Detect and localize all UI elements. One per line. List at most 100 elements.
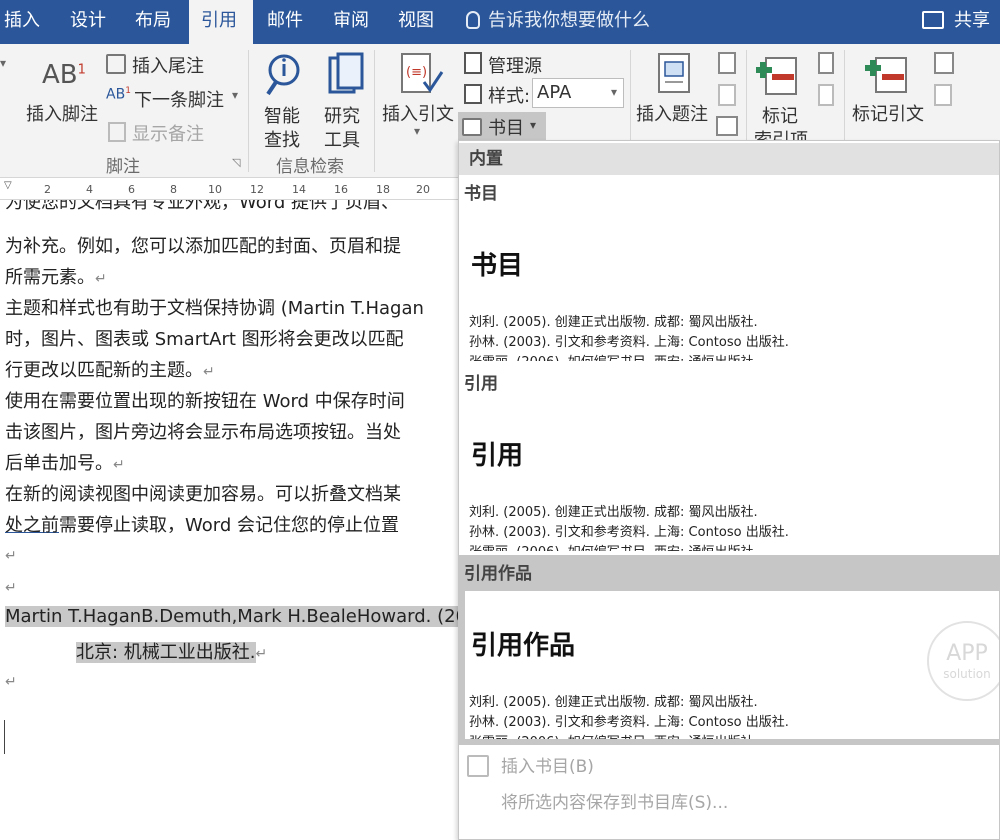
paragraph-mark: ↵ [5, 580, 17, 596]
next-footnote-label: 下一条脚注 [134, 90, 224, 111]
books-icon [328, 52, 364, 94]
preview-reference: 刘利. (2005). 创建正式出版物. 成都: 蜀风出版社. [469, 505, 758, 520]
update-toa-icon[interactable] [934, 84, 952, 106]
smart-lookup-button[interactable]: 智能 查找 [258, 50, 310, 151]
tell-me-text: 告诉我你想要做什么 [488, 10, 650, 31]
paragraph-mark: ↵ [5, 674, 17, 690]
indent-marker-icon[interactable]: ▽ [4, 180, 12, 191]
magnifier-icon [266, 54, 300, 96]
chevron-down-icon: ▾ [232, 88, 239, 102]
document-line: 行更改以匹配新的主题。 [5, 360, 203, 381]
chevron-down-icon: ▾ [530, 118, 537, 132]
researcher-button[interactable]: 研究 工具 [318, 50, 370, 151]
document-body[interactable]: 为使您的文档具有专业外观，Word 提供了页眉、 为补充。例如，您可以添加匹配的… [0, 200, 460, 840]
endnote-icon [106, 54, 126, 74]
bibliography-entry: Martin T.HaganB.Demuth,Mark H.BealeHowar… [5, 606, 460, 627]
group-divider [248, 50, 249, 172]
bibliography-gallery: 内置 书目 书目 刘利. (2005). 创建正式出版物. 成都: 蜀风出版社.… [458, 140, 1000, 840]
collapse-left-icon[interactable]: ▾ [0, 56, 6, 70]
preview-reference: 孙林. (2003). 引文和参考资料. 上海: Contoso 出版社. [469, 525, 789, 540]
watermark-logo: APP solution [927, 621, 999, 701]
paragraph-mark: ↵ [113, 457, 125, 473]
insert-caption-button[interactable]: 插入题注 [636, 50, 710, 125]
save-to-gallery-label: 将所选内容保存到书目库(S)... [501, 793, 729, 813]
insert-citation-button[interactable]: (≡) 插入引文 ▾ [382, 50, 456, 146]
insert-bibliography-menu-item[interactable]: 插入书目(B) [459, 747, 999, 787]
document-line: 使用在需要位置出现的新按钮在 Word 中保存时间 [5, 391, 405, 412]
tab-insert[interactable]: 插入 [4, 0, 48, 44]
style-value: APA [537, 82, 572, 103]
horizontal-ruler[interactable]: ▽ 2 4 6 8 10 12 14 16 18 20 [0, 178, 460, 200]
footnote-icon: AB1 [42, 60, 86, 90]
update-table-icon[interactable] [718, 84, 736, 106]
smart-lookup-label-1: 智能 [264, 106, 300, 127]
ruler-tick: 2 [44, 183, 51, 196]
insert-footnote-button[interactable]: AB1 插入脚注 [24, 52, 102, 132]
tab-bar: 插入 设计 布局 引用 邮件 审阅 视图 告诉我你想要做什么 共享 [0, 0, 1000, 44]
share-button[interactable]: 共享 [922, 0, 990, 44]
preview-reference: 张雪丽. (2006). 如何编写书目. 西安: 通恒出版社. [469, 351, 758, 361]
document-line: 为补充。例如，您可以添加匹配的封面、页眉和提 [5, 236, 401, 257]
gallery-item-bibliography[interactable]: 书目 书目 刘利. (2005). 创建正式出版物. 成都: 蜀风出版社. 孙林… [459, 175, 999, 361]
tab-review[interactable]: 审阅 [333, 0, 373, 44]
text-cursor [4, 720, 5, 754]
preview-reference: 张雪丽. (2006). 如何编写书目. 西安: 通恒出版社. [469, 731, 758, 739]
smart-lookup-label-2: 查找 [264, 130, 300, 151]
preview-heading: 书目 [471, 251, 524, 281]
gallery-item-citations[interactable]: 引用 引用 刘利. (2005). 创建正式出版物. 成都: 蜀风出版社. 孙林… [459, 365, 999, 551]
manage-sources-button[interactable]: 管理源 [460, 50, 570, 78]
insert-toa-icon[interactable] [934, 52, 954, 74]
footnote-icon-sup: 1 [77, 62, 86, 78]
tab-view[interactable]: 视图 [398, 0, 438, 44]
chevron-down-icon: ▾ [414, 124, 421, 138]
style-icon [464, 84, 482, 104]
next-footnote-button[interactable]: AB1 下一条脚注 ▾ [104, 84, 244, 112]
ruler-tick: 14 [292, 183, 306, 196]
preview-reference: 刘利. (2005). 创建正式出版物. 成都: 蜀风出版社. [469, 315, 758, 330]
dialog-launcher-icon[interactable]: ◹ [232, 156, 240, 169]
bibliography-entry: 北京: 机械工业出版社. [76, 642, 256, 663]
tab-layout[interactable]: 布局 [135, 0, 175, 44]
insert-endnote-button[interactable]: 插入尾注 [104, 50, 234, 78]
gallery-item-title: 引用 [464, 374, 498, 394]
insert-citation-label: 插入引文 [382, 104, 454, 125]
mark-entry-button[interactable]: 标记 索引项 [752, 50, 812, 151]
bibliography-button[interactable]: 书目 ▾ [458, 112, 546, 142]
mark-citation-icon [865, 57, 907, 93]
paragraph-mark: ↵ [203, 364, 215, 380]
gallery-item-works-cited[interactable]: 引用作品 引用作品 刘利. (2005). 创建正式出版物. 成都: 蜀风出版社… [459, 555, 999, 745]
preview-heading: 引用 [471, 441, 524, 471]
paragraph-mark: ↵ [95, 271, 107, 287]
bibliography-icon [462, 118, 482, 136]
ruler-tick: 16 [334, 183, 348, 196]
gallery-section-header: 内置 [459, 143, 999, 175]
underlined-text: 处之前 [5, 515, 59, 536]
bibliography-icon [467, 755, 489, 777]
manage-sources-label: 管理源 [488, 56, 542, 77]
save-to-gallery-menu-item[interactable]: 将所选内容保存到书目库(S)... [459, 783, 999, 823]
tab-mailings[interactable]: 邮件 [267, 0, 307, 44]
show-notes-button[interactable]: 显示备注 [104, 118, 234, 146]
footnotes-group-label: 脚注 [106, 157, 140, 177]
mark-entry-icon [756, 57, 797, 95]
preview-heading: 引用作品 [471, 631, 576, 661]
tell-me-box[interactable]: 告诉我你想要做什么 [466, 0, 650, 44]
style-label: 样式: [488, 86, 531, 107]
mark-citation-button[interactable]: 标记引文 [850, 50, 930, 125]
paragraph-mark: ↵ [255, 646, 268, 662]
insert-index-icon[interactable] [818, 52, 834, 74]
insert-table-of-figures-icon[interactable] [718, 52, 736, 74]
paragraph-mark: ↵ [5, 548, 17, 564]
preview-reference: 孙林. (2003). 引文和参考资料. 上海: Contoso 出版社. [469, 335, 789, 350]
preview-reference: 孙林. (2003). 引文和参考资料. 上海: Contoso 出版社. [469, 715, 789, 730]
update-index-icon[interactable] [818, 84, 834, 106]
style-dropdown[interactable]: APA ▾ [532, 78, 624, 108]
style-selector[interactable]: 样式: APA ▾ [460, 78, 630, 110]
cross-reference-icon[interactable] [716, 116, 738, 136]
chevron-down-icon: ▾ [611, 85, 618, 99]
show-notes-label: 显示备注 [132, 124, 204, 145]
share-label: 共享 [954, 10, 990, 31]
tab-design[interactable]: 设计 [70, 0, 110, 44]
tab-references[interactable]: 引用 [189, 0, 253, 44]
document-line: 主题和样式也有助于文档保持协调 (Martin T.Hagan [5, 298, 424, 319]
